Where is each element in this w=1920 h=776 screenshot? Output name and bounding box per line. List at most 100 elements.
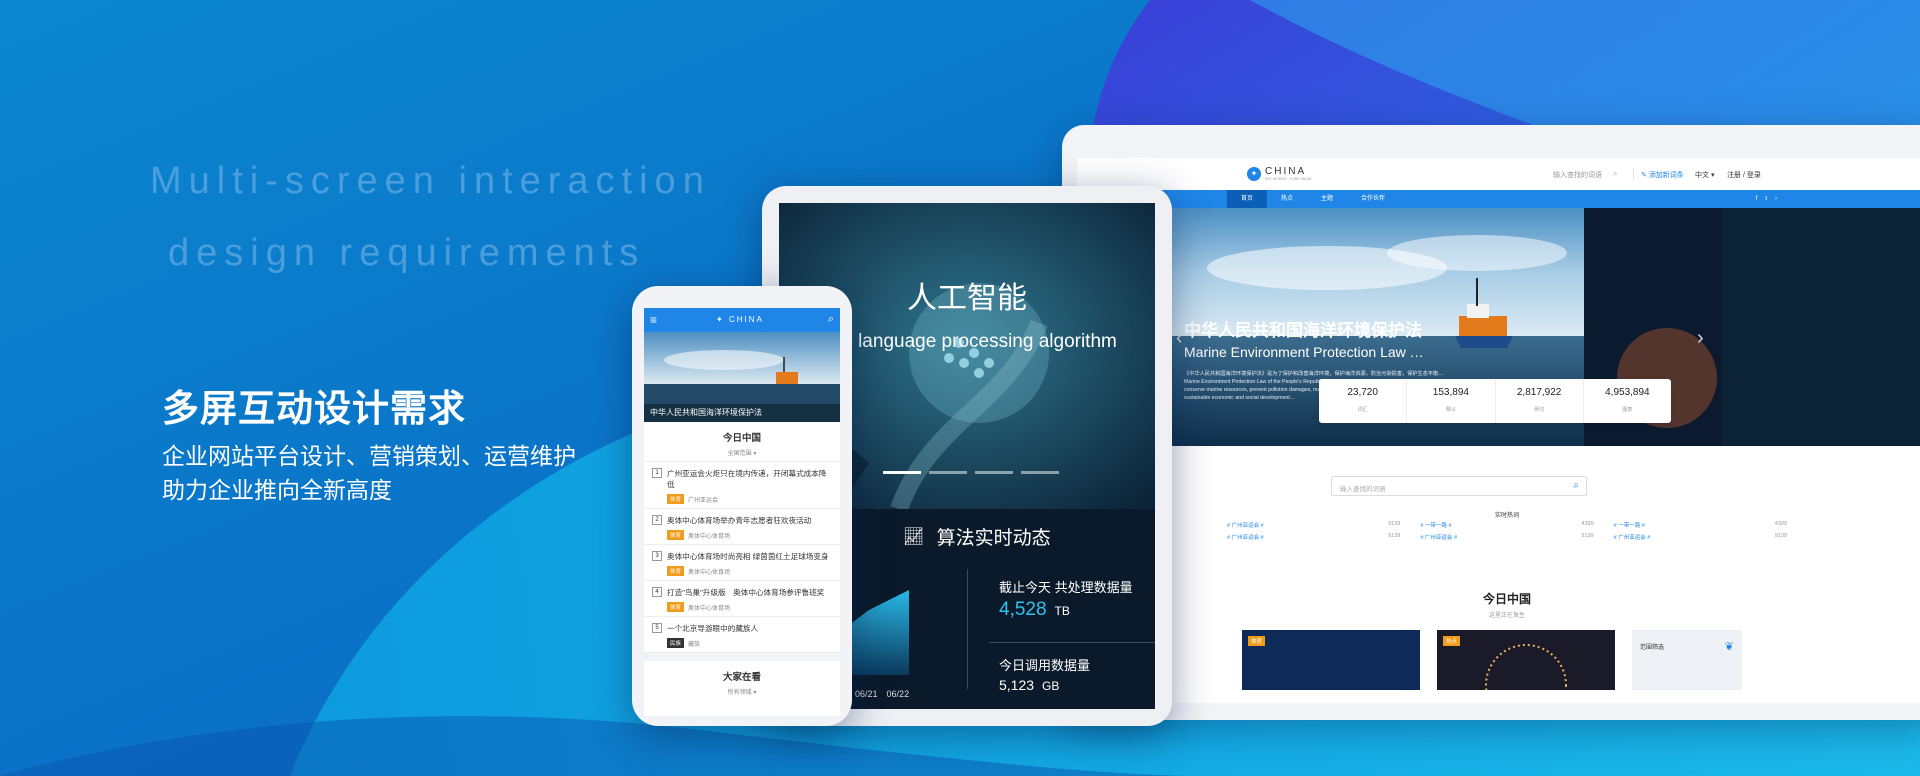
news-source: 奥体中心体育场 bbox=[688, 569, 731, 576]
news-item[interactable]: 5 一个北京导游眼中的藏族人 民族 藏族 bbox=[644, 617, 840, 653]
today-card[interactable]: 体育 bbox=[1242, 630, 1420, 690]
stat-label: 词汇 bbox=[1357, 407, 1368, 413]
pagination-bar[interactable] bbox=[975, 471, 1013, 474]
stat-words: 23,720 词汇 bbox=[1319, 379, 1406, 423]
banner-next-arrow-icon[interactable]: › bbox=[1697, 328, 1711, 348]
hero-english-heading: Multi-screen interaction design requirem… bbox=[150, 145, 711, 289]
nav-fill bbox=[1399, 190, 1752, 208]
news-number: 4 bbox=[652, 587, 662, 597]
filter-card[interactable]: 范围筛选 ❦ bbox=[1632, 630, 1742, 690]
hot-word-count: 9139 bbox=[1581, 533, 1594, 539]
phone-logo[interactable]: ✦ CHINA bbox=[716, 315, 764, 324]
today-section: 今日中国 这里正在发生 bbox=[1077, 590, 1920, 619]
nav-item-topic[interactable]: 主题 bbox=[1307, 190, 1347, 208]
laptop-logo[interactable]: ✦ CHINA KEY WORDS · CORE VALUE bbox=[1247, 166, 1312, 181]
login-link[interactable]: 注册 / 登录 bbox=[1727, 170, 1761, 180]
laptop-nav: 首页 热点 主题 合作伙伴 f t › bbox=[1077, 190, 1920, 208]
stat-label: 图表 bbox=[1622, 407, 1633, 413]
hot-word: # 广州亚运会 # bbox=[1613, 535, 1651, 541]
phone-screen: ≡ ✦ CHINA ⌕ 中华人民共和国海洋环境保护法 今日中国 全国范围 ▾ 1… bbox=[644, 308, 840, 716]
news-tag: 民族 bbox=[667, 638, 685, 648]
search-box-placeholder: 输入查找的词语 bbox=[1340, 486, 1386, 493]
algorithm-section-header: 📈︎ 算法实时动态 bbox=[903, 523, 1051, 550]
logo-icon: ✦ bbox=[1247, 166, 1261, 181]
news-source: 奥体中心体育场 bbox=[688, 533, 731, 540]
stat-examples: 2,817,922 例句 bbox=[1494, 379, 1583, 423]
laptop-search-box[interactable]: 输入查找的词语 ⌕ bbox=[1331, 476, 1587, 496]
news-title: 一个北京导游眼中的藏族人 bbox=[667, 624, 759, 633]
hot-word-item[interactable]: # 广州亚运会 # 9139 bbox=[1420, 533, 1593, 541]
news-item[interactable]: 1 广州亚运会火炬只在境内传递，开闭幕式成本降低 体育 广州亚运会 bbox=[644, 462, 840, 509]
phone-section1-title: 今日中国 bbox=[722, 433, 761, 444]
news-source: 藏族 bbox=[688, 641, 701, 648]
stat-charts: 4,953,894 图表 bbox=[1582, 379, 1671, 423]
axis-label: 06/21 bbox=[855, 689, 878, 699]
pagination-bar[interactable] bbox=[1021, 471, 1059, 474]
news-number: 1 bbox=[652, 468, 662, 478]
twitter-icon[interactable]: t bbox=[1761, 190, 1771, 208]
stat2-label: 今日调用数据量 bbox=[999, 658, 1091, 673]
phone-section1-filter[interactable]: 全国范围 ▾ bbox=[644, 448, 840, 457]
laptop-mockup: ✦ CHINA KEY WORDS · CORE VALUE 输入查找的词语 ⌕… bbox=[1062, 125, 1920, 720]
facebook-icon[interactable]: f bbox=[1752, 190, 1762, 208]
phone-header: ≡ ✦ CHINA ⌕ bbox=[644, 308, 840, 332]
news-item[interactable]: 4 打造"鸟巢"升级版 奥体中心体育场参评鲁班奖 体育 奥体中心体育场 bbox=[644, 581, 840, 617]
today-card[interactable]: 热点 bbox=[1437, 630, 1615, 703]
pagination-bar[interactable] bbox=[883, 471, 921, 474]
language-select[interactable]: 中文 ▾ bbox=[1695, 170, 1714, 180]
pagination-bar[interactable] bbox=[929, 471, 967, 474]
news-tag: 体育 bbox=[667, 494, 685, 504]
hero-english-line2: design requirements bbox=[168, 232, 646, 274]
stat-value: 23,720 bbox=[1347, 387, 1378, 398]
hero-subtitle-line2: 助力企业推向全新高度 bbox=[162, 478, 392, 504]
phone-section2-filter[interactable]: 所有领域 ▾ bbox=[644, 687, 840, 696]
news-number: 3 bbox=[652, 551, 662, 561]
stat-value: 2,817,922 bbox=[1516, 387, 1562, 398]
hot-word-item[interactable]: # 一带一路 # 4399 bbox=[1420, 521, 1593, 529]
news-source: 奥体中心体育场 bbox=[688, 605, 731, 612]
news-tag: 体育 bbox=[667, 602, 685, 612]
tablet-banner-pagination[interactable] bbox=[883, 471, 1059, 474]
news-item[interactable]: 2 奥体中心体育场举办青年志愿者狂欢夜活动 体育 奥体中心体育场 bbox=[644, 509, 840, 545]
add-words-link[interactable]: ✎ 添加新词条 bbox=[1641, 170, 1684, 180]
nav-item-hot[interactable]: 热点 bbox=[1267, 190, 1307, 208]
laptop-search-input[interactable]: 输入查找的词语 bbox=[1553, 170, 1602, 180]
add-words-label: 添加新词条 bbox=[1648, 172, 1684, 179]
card-tag: 体育 bbox=[1248, 636, 1266, 646]
news-title: 打造"鸟巢"升级版 奥体中心体育场参评鲁班奖 bbox=[667, 588, 825, 597]
news-title: 奥体中心体育场举办青年志愿者狂欢夜活动 bbox=[667, 516, 812, 525]
news-tag: 体育 bbox=[667, 530, 685, 540]
laptop-banner-title: 中华人民共和国海洋环境保护法 bbox=[1184, 321, 1422, 340]
section-gap bbox=[644, 653, 840, 661]
hot-word-item[interactable]: # 广州亚运会 # 9139 bbox=[1227, 521, 1400, 529]
hot-word: # 一带一路 # bbox=[1613, 523, 1645, 529]
hot-word-count: 9139 bbox=[1388, 533, 1401, 539]
nav-item-partners[interactable]: 合作伙伴 bbox=[1347, 190, 1399, 208]
ferris-wheel-image bbox=[1485, 644, 1567, 703]
hot-word-item[interactable]: # 广州亚运会 # 9139 bbox=[1227, 533, 1400, 541]
search-icon[interactable]: ⌕ bbox=[1573, 480, 1579, 491]
laptop-stats-card: 23,720 词汇 153,894 释义 2,817,922 例句 4,953,894… bbox=[1319, 379, 1671, 423]
laptop-header: ✦ CHINA KEY WORDS · CORE VALUE 输入查找的词语 ⌕… bbox=[1077, 158, 1920, 190]
more-icon[interactable]: › bbox=[1771, 190, 1920, 208]
stat-value: 153,894 bbox=[1432, 387, 1469, 398]
news-title: 奥体中心体育场时尚亮相 绿茵茵红土足球场变身 bbox=[667, 552, 829, 561]
hot-words-title: 实时热词 bbox=[1494, 513, 1519, 519]
hot-word-item[interactable]: # 一带一路 # 4399 bbox=[1614, 521, 1787, 529]
menu-icon[interactable]: ≡ bbox=[650, 313, 657, 327]
axis-label: 06/22 bbox=[886, 689, 910, 699]
search-icon[interactable]: ⌕ bbox=[828, 313, 834, 326]
nav-item-home[interactable]: 首页 bbox=[1227, 190, 1268, 208]
stat-value: 4,953,894 bbox=[1605, 387, 1650, 398]
news-item[interactable]: 3 奥体中心体育场时尚亮相 绿茵茵红土足球场变身 体育 奥体中心体育场 bbox=[644, 545, 840, 581]
stat-definitions: 153,894 释义 bbox=[1406, 379, 1494, 423]
search-icon[interactable]: ⌕ bbox=[1613, 169, 1617, 179]
hot-word: # 一带一路 # bbox=[1420, 523, 1452, 529]
stat1-value-row: 4,528 TB bbox=[999, 599, 1070, 621]
banner-desc-cn: 《中华人民共和国海洋环境保护法》是为了保护和改善海洋环境，保护海洋资源，防治污染… bbox=[1184, 371, 1444, 377]
stat1-unit: TB bbox=[1054, 604, 1070, 618]
hot-word-count: 4399 bbox=[1774, 521, 1787, 527]
phone-banner[interactable]: 中华人民共和国海洋环境保护法 bbox=[644, 332, 840, 422]
hot-word-item[interactable]: # 广州亚运会 # 9139 bbox=[1614, 533, 1787, 541]
hero-subtitle-line1: 企业网站平台设计、营销策划、运营维护 bbox=[162, 444, 576, 470]
